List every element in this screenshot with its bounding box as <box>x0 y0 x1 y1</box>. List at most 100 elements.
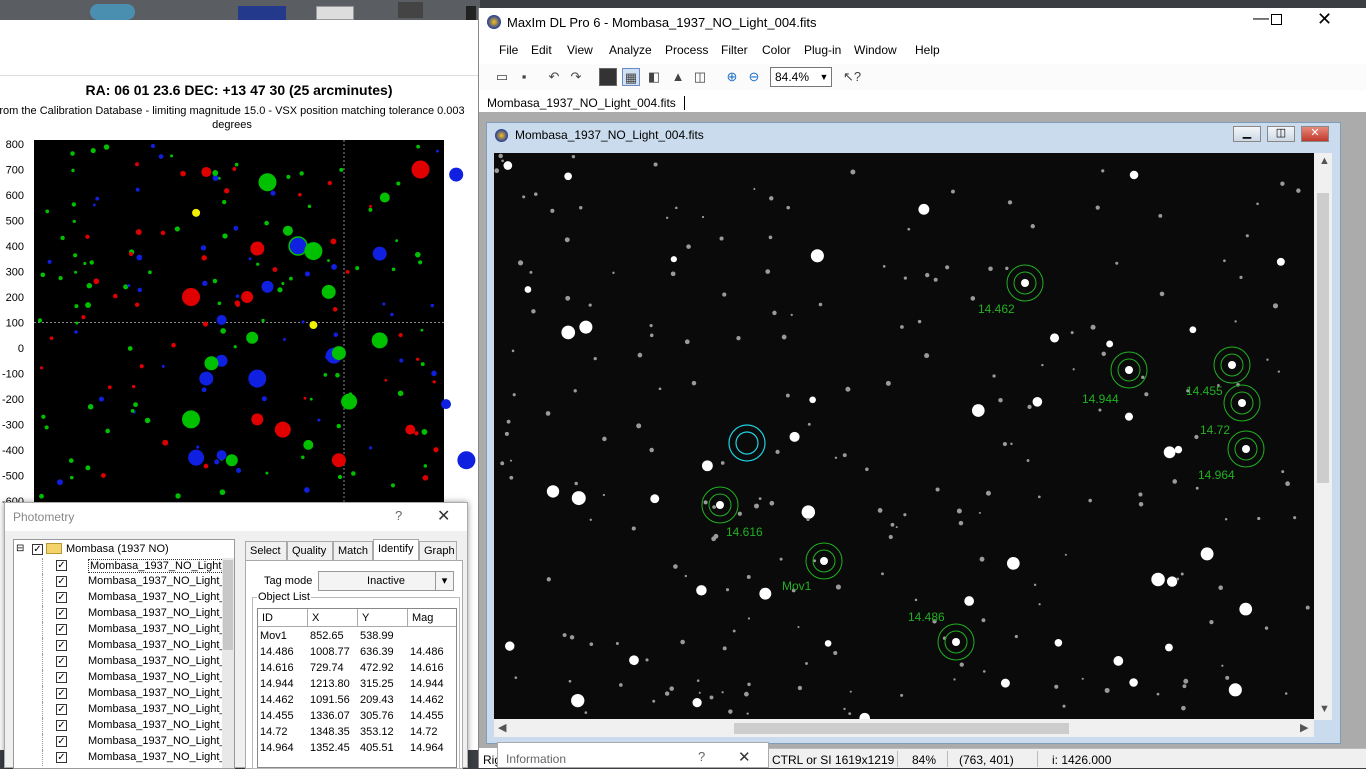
column-header-y[interactable]: Y <box>358 609 408 627</box>
tab-select[interactable]: Select <box>245 541 287 561</box>
tree-item-checkbox[interactable]: ✓ <box>56 688 67 699</box>
document-tab[interactable]: Mombasa_1937_NO_Light_004.fits <box>487 96 676 110</box>
menu-help[interactable]: Help <box>915 43 940 57</box>
sky-star <box>569 635 575 640</box>
information-help-button[interactable]: ? <box>698 749 705 764</box>
menu-analyze[interactable]: Analyze <box>609 43 652 57</box>
image-icon[interactable] <box>599 68 617 86</box>
tree-item[interactable]: ✓ Mombasa_1937_NO_Light_ <box>14 702 234 718</box>
tree-item-checkbox[interactable]: ✓ <box>56 640 67 651</box>
help-pointer-icon[interactable]: ↖? <box>843 68 861 86</box>
photometry-close-button[interactable]: ✕ <box>437 506 450 526</box>
scroll-down-icon[interactable]: ▼ <box>1319 703 1330 715</box>
tree-collapse-icon[interactable]: ⊟ <box>16 543 24 554</box>
information-close-button[interactable]: ✕ <box>738 748 751 766</box>
sky-star <box>951 189 955 194</box>
tag-mode-select[interactable]: Inactive ▾ <box>318 571 454 591</box>
column-header-x[interactable]: X <box>308 609 358 627</box>
tree-item[interactable]: ✓ Mombasa_1937_NO_Light_ <box>14 622 234 638</box>
open-icon[interactable]: ▭ <box>493 68 511 86</box>
tree-item[interactable]: ✓ Mombasa_1937_NO_Light_ <box>14 558 234 574</box>
column-header-mag[interactable]: Mag <box>408 609 456 627</box>
screen-stretch-icon[interactable]: ▦ <box>622 68 640 86</box>
lock-icon[interactable]: ▲ <box>669 68 687 86</box>
tree-item[interactable]: ✓ Mombasa_1937_NO_Light_ <box>14 734 234 750</box>
tree-item-checkbox[interactable]: ✓ <box>56 592 67 603</box>
tree-scrollbar-thumb[interactable] <box>223 560 233 650</box>
menu-window[interactable]: Window <box>854 43 897 57</box>
menu-file[interactable]: File <box>499 43 518 57</box>
tree-item[interactable]: ✓ Mombasa_1937_NO_Light_ <box>14 574 234 590</box>
photometry-help-button[interactable]: ? <box>395 508 402 523</box>
zoom-select[interactable]: 84.4% ▼ <box>770 67 832 87</box>
menu-view[interactable]: View <box>567 43 593 57</box>
tab-graph[interactable]: Graph <box>419 541 457 561</box>
table-row[interactable]: 14.455 1336.07 305.76 14.455 <box>258 709 456 725</box>
chevron-down-icon[interactable]: ▼ <box>817 68 831 86</box>
tree-item-checkbox[interactable]: ✓ <box>56 736 67 747</box>
zoom-in-icon[interactable]: ⊕ <box>723 68 741 86</box>
tree-root[interactable]: ⊟ ✓ Mombasa (1937 NO) <box>14 542 234 558</box>
table-row[interactable]: 14.462 1091.56 209.43 14.462 <box>258 693 456 709</box>
table-row[interactable]: 14.944 1213.80 315.25 14.944 <box>258 677 456 693</box>
tab-match[interactable]: Match <box>333 541 373 561</box>
horizontal-scrollbar-thumb[interactable] <box>734 723 1069 734</box>
child-close-button[interactable]: ✕ <box>1301 126 1329 142</box>
tree-item-checkbox[interactable]: ✓ <box>56 752 67 763</box>
tree-item-checkbox[interactable]: ✓ <box>56 704 67 715</box>
vertical-scrollbar[interactable]: ▲ ▼ <box>1314 153 1332 720</box>
child-minimize-button[interactable]: ▁ <box>1233 126 1261 142</box>
tree-item[interactable]: ✓ Mombasa_1937_NO_Light_ <box>14 606 234 622</box>
tree-item[interactable]: ✓ Mombasa_1937_NO_Light_ <box>14 638 234 654</box>
tree-item[interactable]: ✓ Mombasa_1937_NO_Light_ <box>14 718 234 734</box>
tree-item-label: Mombasa_1937_NO_Light_ <box>88 687 226 699</box>
maximize-button[interactable] <box>1271 14 1282 25</box>
tree-item-checkbox[interactable]: ✓ <box>56 720 67 731</box>
child-restore-button[interactable]: ◫ <box>1267 126 1295 142</box>
menu-color[interactable]: Color <box>762 43 791 57</box>
table-row[interactable]: Mov1 852.65 538.99 <box>258 629 456 645</box>
tree-item-checkbox[interactable]: ✓ <box>56 560 67 571</box>
menu-edit[interactable]: Edit <box>531 43 552 57</box>
tree-item-checkbox[interactable]: ✓ <box>56 608 67 619</box>
tree-item[interactable]: ✓ Mombasa_1937_NO_Light_ <box>14 654 234 670</box>
tree-item[interactable]: ✓ Mombasa_1937_NO_Light_ <box>14 670 234 686</box>
tree-item[interactable]: ✓ Mombasa_1937_NO_Light_ <box>14 590 234 606</box>
horizontal-scrollbar[interactable]: ◀ ▶ <box>494 719 1314 737</box>
chart-point <box>212 278 218 284</box>
undo-icon[interactable]: ↶ <box>545 68 563 86</box>
tree-root-checkbox[interactable]: ✓ <box>32 544 43 555</box>
tab-quality[interactable]: Quality <box>287 541 333 561</box>
table-row[interactable]: 14.964 1352.45 405.51 14.964 <box>258 741 456 757</box>
scroll-left-icon[interactable]: ◀ <box>498 721 506 734</box>
tree-scrollbar[interactable] <box>222 558 234 768</box>
chart-point <box>398 332 403 338</box>
menu-plugin[interactable]: Plug-in <box>804 43 841 57</box>
tree-item-checkbox[interactable]: ✓ <box>56 576 67 587</box>
tree-item[interactable]: ✓ Mombasa_1937_NO_Light_ <box>14 750 234 766</box>
close-button[interactable]: ✕ <box>1317 9 1332 30</box>
settings-icon[interactable]: ◫ <box>691 68 709 86</box>
tab-identify[interactable]: Identify <box>373 539 419 561</box>
menu-process[interactable]: Process <box>665 43 708 57</box>
vertical-scrollbar-thumb[interactable] <box>1317 193 1329 483</box>
menu-filter[interactable]: Filter <box>721 43 748 57</box>
zoom-out-icon[interactable]: ⊖ <box>745 68 763 86</box>
save-icon[interactable]: ▪ <box>515 68 533 86</box>
table-row[interactable]: 14.72 1348.35 353.12 14.72 <box>258 725 456 741</box>
table-row[interactable]: 14.486 1008.77 636.39 14.486 <box>258 645 456 661</box>
tree-item-checkbox[interactable]: ✓ <box>56 672 67 683</box>
table-row[interactable]: 14.616 729.74 472.92 14.616 <box>258 661 456 677</box>
fits-image[interactable]: 14.462 14.944 14.455 14.72 14.964 14.616 Mov1 1… <box>494 153 1314 719</box>
scroll-right-icon[interactable]: ▶ <box>1300 721 1308 734</box>
tree-item-checkbox[interactable]: ✓ <box>56 656 67 667</box>
sky-star <box>982 670 986 673</box>
tree-item-checkbox[interactable]: ✓ <box>56 624 67 635</box>
chevron-down-icon[interactable]: ▾ <box>435 572 453 590</box>
minimize-button[interactable]: — <box>1253 10 1269 28</box>
scroll-up-icon[interactable]: ▲ <box>1319 155 1330 167</box>
redo-icon[interactable]: ↷ <box>567 68 585 86</box>
tree-item[interactable]: ✓ Mombasa_1937_NO_Light_ <box>14 686 234 702</box>
flip-icon[interactable]: ◧ <box>645 68 663 86</box>
column-header-id[interactable]: ID <box>258 609 308 627</box>
